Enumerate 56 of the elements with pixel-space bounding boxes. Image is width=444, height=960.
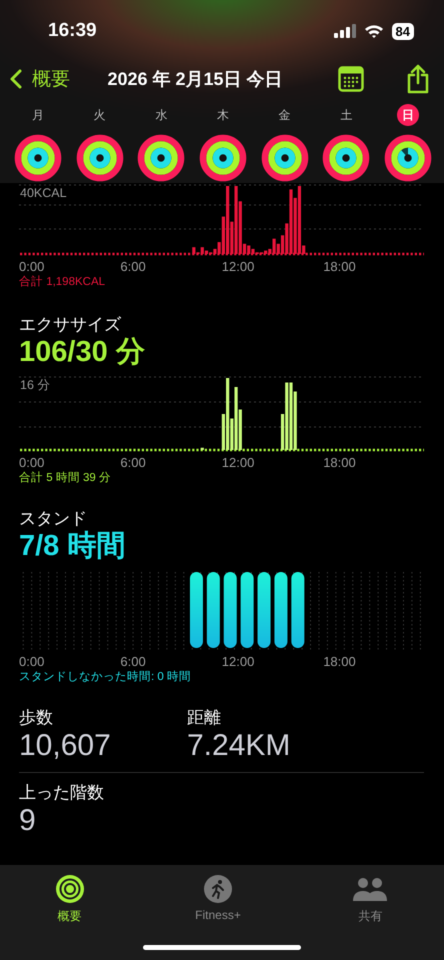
activity-rings-icon[interactable] bbox=[384, 134, 432, 182]
activity-rings-icon[interactable] bbox=[76, 134, 124, 182]
activity-rings-icon[interactable] bbox=[198, 134, 247, 182]
activity-rings-icon[interactable] bbox=[322, 134, 370, 182]
x-axis-label: 18:00 bbox=[323, 654, 356, 668]
chart-total: スタンドしなかった時間: 0 時間 bbox=[19, 670, 192, 684]
section-title: スタンド bbox=[19, 508, 88, 530]
chart-total: 合計 5 時間 39 分 bbox=[19, 470, 112, 486]
goal-value: 106/30 分 bbox=[19, 336, 146, 370]
wifi-icon bbox=[364, 24, 384, 38]
x-axis-label: 12:00 bbox=[222, 259, 254, 273]
runner-icon bbox=[204, 875, 232, 903]
y-axis-label: 16 分 bbox=[20, 378, 50, 392]
activity-rings-icon[interactable] bbox=[14, 134, 62, 182]
x-axis-label: 0:00 bbox=[19, 654, 44, 668]
x-axis-label: 6:00 bbox=[120, 455, 146, 470]
activity-rings-icon[interactable] bbox=[137, 134, 186, 182]
tab[interactable]: 共有 bbox=[342, 871, 398, 929]
y-axis-label: 40KCAL bbox=[20, 186, 67, 200]
stat-label: 歩数 bbox=[19, 706, 54, 729]
stat-value: 9 bbox=[19, 804, 37, 837]
goal-value: 7/8 時間 bbox=[19, 530, 126, 564]
x-axis-label: 18:00 bbox=[323, 259, 356, 273]
stat-value: 7.24KM bbox=[187, 728, 292, 762]
rings-icon bbox=[56, 875, 84, 903]
chevron-left-icon bbox=[10, 69, 22, 89]
signal-icon bbox=[334, 24, 356, 38]
day-label[interactable]: 木 bbox=[212, 104, 234, 126]
day-label[interactable]: 金 bbox=[274, 104, 296, 126]
status-time: 16:39 bbox=[48, 20, 97, 42]
x-axis-label: 6:00 bbox=[120, 654, 146, 668]
x-axis-label: 12:00 bbox=[222, 455, 254, 470]
chart-total: 合計 1,198KCAL bbox=[19, 274, 106, 289]
day-label[interactable]: 土 bbox=[335, 104, 358, 126]
x-axis-label: 0:00 bbox=[19, 259, 44, 273]
back-button[interactable]: 概要 bbox=[10, 66, 70, 92]
x-axis-label: 12:00 bbox=[222, 654, 254, 668]
day-label[interactable]: 日 bbox=[396, 104, 419, 126]
tab[interactable]: Fitness+ bbox=[185, 871, 251, 926]
stat-label: 上った階数 bbox=[19, 782, 105, 804]
x-axis-label: 0:00 bbox=[19, 455, 44, 470]
activity-rings-icon[interactable] bbox=[260, 134, 309, 182]
x-axis-label: 18:00 bbox=[323, 455, 356, 470]
day-label[interactable]: 火 bbox=[88, 104, 111, 126]
calendar-icon[interactable] bbox=[338, 66, 364, 92]
section-title: エクササイズ bbox=[19, 314, 122, 336]
x-axis-label: 6:00 bbox=[120, 259, 146, 273]
day-label[interactable]: 月 bbox=[27, 104, 49, 126]
day-label[interactable]: 水 bbox=[150, 104, 172, 126]
share-icon[interactable] bbox=[406, 64, 430, 94]
tab[interactable]: 概要 bbox=[46, 871, 94, 929]
people-icon bbox=[352, 875, 388, 903]
stat-label: 距離 bbox=[187, 706, 222, 729]
stat-value: 10,607 bbox=[19, 728, 112, 762]
battery-level: 84 bbox=[392, 22, 414, 40]
date-title: 2026 年 2月15日 今日 bbox=[106, 68, 284, 91]
